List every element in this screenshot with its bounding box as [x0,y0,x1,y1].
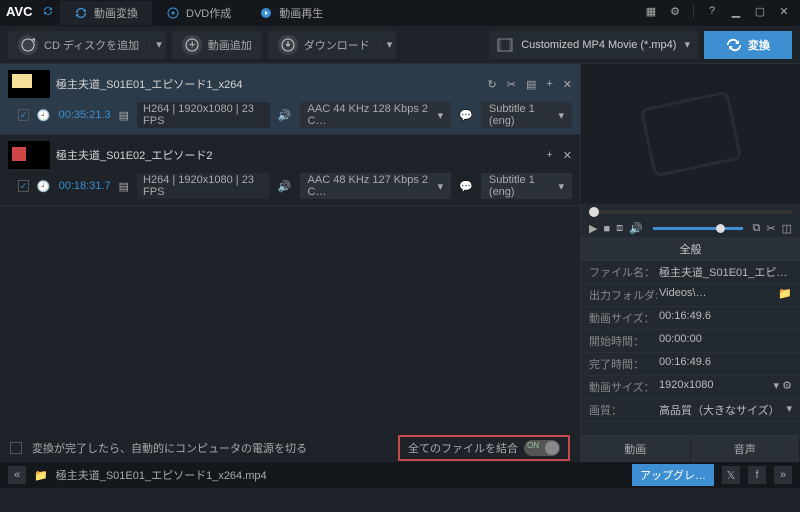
output-format-select[interactable]: Customized MP4 Movie (*.mp4) ▾ [489,31,698,59]
shutdown-checkbox[interactable] [10,442,22,454]
video-plus-icon: + [182,35,202,55]
thumbnail [8,141,50,169]
prop-filename: 極主夫道_S01E01_エピソー… [659,264,792,280]
add-icon[interactable]: + [546,149,552,161]
prop-start: 00:00:00 [659,333,792,349]
subtitle-icon: 💬 [459,180,473,193]
merge-label: 全てのファイルを結合 [408,440,518,456]
volume-icon[interactable]: 🔊 [629,222,643,235]
folder-icon[interactable]: 📁 [34,469,48,482]
clock-icon: 🕘 [37,180,51,193]
chevron-down-icon[interactable]: ▾ [380,38,393,51]
list-item[interactable]: 極主夫道_S01E02_エピソード2 + ✕ ✓ 🕘 00:18:31.7 ▤ … [0,135,580,206]
audio-select[interactable]: AAC 48 KHz 127 Kbps 2 C… ▾ [300,173,452,199]
add-disc-button[interactable]: + CD ディスクを追加 ▾ [8,31,166,59]
cut-icon[interactable]: ✂ [507,78,516,91]
seek-bar[interactable] [589,210,792,214]
codec-info: H264 | 1920x1080 | 23 FPS [137,102,270,128]
checkbox[interactable]: ✓ [18,180,29,192]
convert-icon [74,6,88,20]
file-name: 極主夫道_S01E01_エピソード1_x264 [56,76,482,92]
prop-folder: Videos\… [659,287,778,303]
disc-icon [166,6,180,20]
refresh-icon[interactable] [40,3,56,19]
tab-video-play[interactable]: 動画再生 [245,1,337,25]
help-icon[interactable]: ? [704,3,720,19]
subtitle-select[interactable]: Subtitle 1 (eng) ▾ [481,102,572,128]
tab-audio-props[interactable]: 音声 [691,436,800,462]
tab-dvd-create[interactable]: DVD作成 [152,1,245,25]
folder-icon[interactable]: 📁 [778,287,792,303]
convert-icon [726,38,742,52]
convert-button[interactable]: 変換 [704,31,792,59]
tab-video-convert[interactable]: 動画変換 [60,1,152,25]
refresh-icon[interactable]: ↻ [488,78,497,91]
thumbnail [8,70,50,98]
file-name: 極主夫道_S01E02_エピソード2 [56,147,540,163]
film-icon [497,38,513,52]
subtitle-select[interactable]: Subtitle 1 (eng) ▾ [481,173,572,199]
merge-toggle[interactable]: ON [524,440,560,456]
crop-icon[interactable]: ◫ [782,222,792,235]
list-item[interactable]: 極主夫道_S01E01_エピソード1_x264 ↻ ✂ ▤ + ✕ ✓ 🕘 00… [0,64,580,135]
film-placeholder-icon [639,90,742,177]
share-twitter[interactable]: 𝕏 [722,466,740,484]
codec-info: H264 | 1920x1080 | 23 FPS [137,173,270,199]
prop-res: 1920x1080 [659,379,774,395]
download-icon [278,35,298,55]
duration: 00:35:21.3 [59,109,111,121]
play-button[interactable]: ▶ [589,222,597,235]
maximize-icon[interactable]: ▢ [752,3,768,19]
remove-icon[interactable]: ✕ [563,149,572,162]
edit-icon[interactable]: ▤ [526,78,536,91]
menu-icon[interactable]: ▦ [643,3,659,19]
shutdown-label: 変換が完了したら、自動的にコンピュータの電源を切る [32,440,307,456]
add-video-button[interactable]: + 動画追加 [172,31,262,59]
svg-text:+: + [189,39,195,51]
prop-size: 00:16:49.6 [659,310,792,326]
audio-icon: 🔊 [278,180,292,193]
stop-button[interactable]: ■ [603,223,610,235]
video-icon: ▤ [119,180,129,193]
share-facebook[interactable]: f [748,466,766,484]
duration: 00:18:31.7 [59,180,111,192]
close-icon[interactable]: ✕ [776,3,792,19]
volume-slider[interactable] [653,227,743,230]
cut-icon[interactable]: ✂ [766,222,775,235]
audio-icon: 🔊 [278,109,292,122]
prop-quality: 高品質（大きなサイズ） [659,402,786,418]
play-icon [259,6,273,20]
settings-icon[interactable]: ⚙ [667,3,683,19]
chevron-down-icon[interactable]: ▾ [149,38,162,51]
tab-video-props[interactable]: 動画 [581,436,691,462]
snapshot-button[interactable]: ⧈ [616,222,623,235]
disc-plus-icon: + [18,35,38,55]
props-header: 全般 [581,237,800,261]
minimize-icon[interactable]: ▁ [728,3,744,19]
checkbox[interactable]: ✓ [18,109,29,121]
subtitle-icon: 💬 [459,109,473,122]
prop-end: 00:16:49.6 [659,356,792,372]
clock-icon: 🕘 [37,109,51,122]
remove-icon[interactable]: ✕ [563,78,572,91]
download-button[interactable]: ダウンロード ▾ [268,31,397,59]
status-file: 極主夫道_S01E01_エピソード1_x264.mp4 [56,467,267,483]
preview-pane [581,64,800,204]
merge-toggle-area[interactable]: 全てのファイルを結合 ON [398,435,570,461]
file-list: 極主夫道_S01E01_エピソード1_x264 ↻ ✂ ▤ + ✕ ✓ 🕘 00… [0,64,580,462]
prev-button[interactable]: « [8,466,26,484]
video-icon: ▤ [119,109,129,122]
add-icon[interactable]: + [546,78,552,90]
upgrade-button[interactable]: アップグレ… [632,464,714,486]
svg-text:+: + [31,38,35,46]
repeat-icon[interactable]: ⧉ [753,222,761,235]
app-logo: AVC [6,4,32,19]
chevron-down-icon: ▾ [684,38,690,51]
audio-select[interactable]: AAC 44 KHz 128 Kbps 2 C… ▾ [300,102,452,128]
next-button[interactable]: » [774,466,792,484]
